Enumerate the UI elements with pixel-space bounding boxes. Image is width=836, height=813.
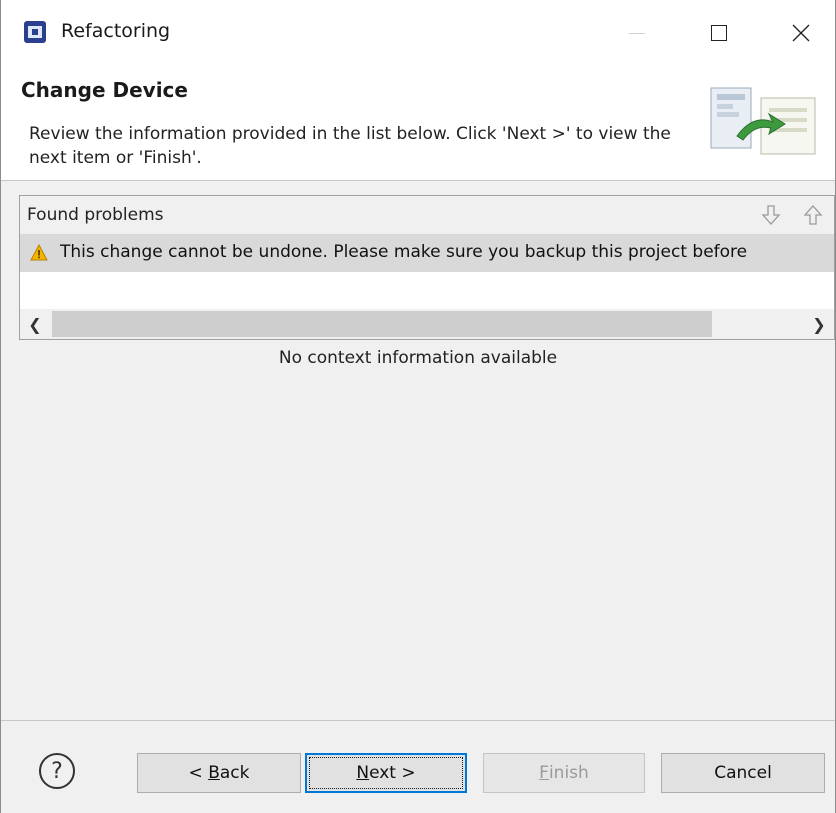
app-icon (24, 21, 46, 43)
back-button-label: ack (219, 763, 250, 783)
close-button[interactable] (771, 0, 831, 66)
back-button-mnemonic: B (208, 763, 220, 783)
back-button[interactable]: < Back (137, 753, 301, 793)
warning-icon (30, 244, 48, 261)
minimize-icon (629, 32, 645, 34)
cancel-button-label: Cancel (714, 763, 772, 783)
previous-problem-button[interactable] (800, 202, 826, 228)
refactor-wizard-icon (710, 87, 816, 155)
finish-button[interactable]: Finish (483, 753, 645, 793)
chevron-right-icon: ❯ (812, 314, 826, 334)
finish-button-mnemonic: F (539, 763, 549, 783)
maximize-icon (711, 25, 727, 41)
arrow-up-icon (803, 205, 823, 225)
horizontal-scrollbar[interactable]: ❮ ❯ (20, 309, 834, 339)
scroll-left-button[interactable]: ❮ (20, 309, 50, 339)
found-problems-panel: Found problems This change cannot be und… (19, 195, 835, 340)
back-button-prefix: < (188, 763, 209, 783)
minimize-button[interactable] (607, 0, 667, 66)
button-bar: ? < Back Next > Finish Cancel (1, 720, 835, 813)
context-info-message: No context information available (278, 348, 558, 368)
maximize-button[interactable] (689, 0, 749, 66)
finish-button-label: inish (548, 763, 589, 783)
problem-row[interactable]: This change cannot be undone. Please mak… (20, 234, 834, 272)
wizard-header: Change Device Review the information pro… (1, 66, 835, 181)
arrow-down-icon (761, 205, 781, 225)
title-bar: Refactoring (1, 0, 835, 66)
next-button-mnemonic: N (356, 763, 370, 783)
close-icon (792, 24, 810, 42)
next-button[interactable]: Next > (305, 753, 467, 793)
next-problem-button[interactable] (758, 202, 784, 228)
help-button[interactable]: ? (39, 753, 75, 789)
problems-panel-title: Found problems (27, 205, 164, 225)
scrollbar-thumb[interactable] (52, 311, 712, 337)
page-description: Review the information provided in the l… (29, 124, 671, 168)
help-icon: ? (51, 758, 63, 784)
chevron-left-icon: ❮ (28, 314, 42, 334)
scroll-right-button[interactable]: ❯ (804, 309, 834, 339)
page-title: Change Device (21, 78, 188, 102)
cancel-button[interactable]: Cancel (661, 753, 825, 793)
next-button-label: ext > (369, 763, 416, 783)
problems-panel-header: Found problems (20, 196, 834, 235)
problem-message: This change cannot be undone. Please mak… (60, 242, 748, 262)
window-title: Refactoring (61, 20, 171, 42)
refactoring-dialog: Refactoring Change Device Review the inf… (0, 0, 836, 813)
